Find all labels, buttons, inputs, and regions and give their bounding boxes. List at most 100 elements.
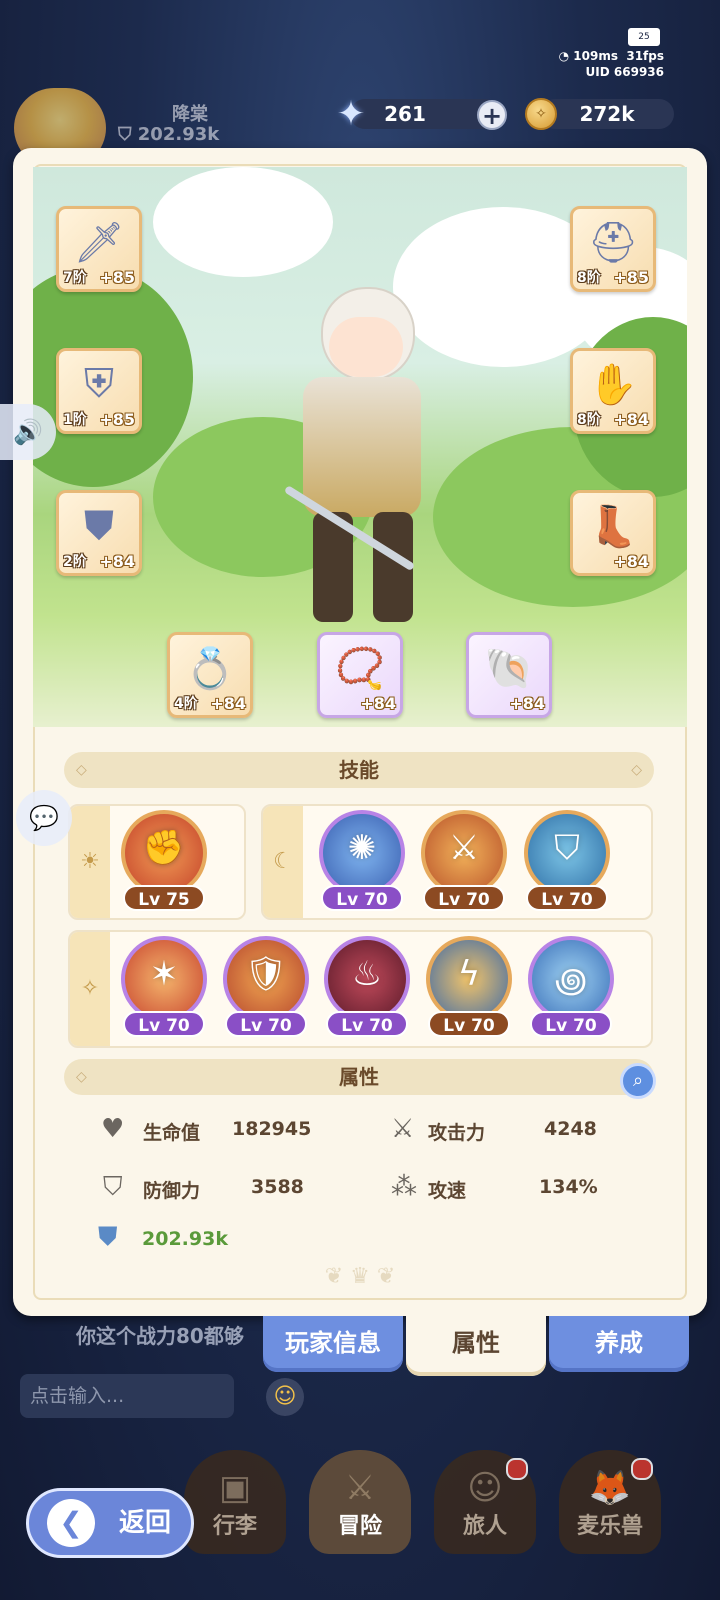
equip-slot-ring[interactable]: 💍 4阶 +84 [167,632,253,718]
attack-speed-label: 攻速 [428,1180,467,1202]
skill-icon[interactable]: ✶ [121,936,207,1022]
uid-text: UID 669936 [585,65,664,79]
equip-enhance: +85 [613,268,649,287]
sparkle-icon: ✧ [70,932,110,1046]
tab-develop[interactable]: 养成 [549,1316,689,1372]
attack-value: 4248 [544,1118,597,1140]
shield-wall-icon: ⛉ [554,828,580,868]
skills-header: ◇ 技能 ◇ [64,752,654,788]
shield-icon: ⛉ [103,1172,123,1202]
power-shield-icon: ⛉ [118,124,132,145]
emoji-icon[interactable]: ☺ [266,1378,304,1416]
player-power: ⛉ 202.93k [118,124,220,145]
attributes-title: 属性 [339,1065,379,1089]
equip-enhance: +84 [360,694,396,713]
helmet-icon: ⛑ [587,220,639,266]
equip-tier: 2阶 [63,554,87,570]
equip-slot-boots[interactable]: 👢 +84 [570,490,656,576]
skill-icon[interactable]: ⛉ [524,810,610,896]
sun-icon: ☀ [70,806,110,918]
moon-icon: ☾ [263,806,303,918]
traveler-portrait-icon: ☺ [467,1468,503,1508]
crossed-swords-icon: ⚔ [344,1468,376,1508]
necklace-icon: 📿 [335,646,385,692]
cloud [153,167,333,277]
equip-slot-necklace[interactable]: 📿 +84 [317,632,403,718]
crown-ornament-icon: ❦ ♛ ❦ [324,1264,396,1289]
tab-attributes[interactable]: 属性 [406,1316,546,1376]
whirlwind-icon: ꩜ [554,961,588,1001]
attack-speed-value: 134% [539,1176,598,1198]
boots-icon: 👢 [588,504,638,550]
sword-icon: 🗡 [73,220,125,266]
diamond-ornament-icon: ◇ [76,762,87,778]
speaker-icon[interactable]: 🔊 [0,404,56,460]
rage-icon: ♨ [351,954,383,994]
skill-icon[interactable]: ϟ [426,936,512,1022]
back-button[interactable]: ❮ 返回 [26,1488,194,1558]
skill-level-badge: Lv 75 [123,885,205,911]
attributes-header: ◇ 属性 [64,1059,654,1095]
equip-slot-pants[interactable]: ⛊ 2阶 +84 [56,490,142,576]
player-name: 降棠 [172,104,208,125]
add-star-button[interactable]: + [477,100,507,130]
skill-icon[interactable]: ♨ [324,936,410,1022]
nav-adventure[interactable]: ⚔ 冒险 [309,1450,411,1554]
skill-level-badge: Lv 70 [225,1011,307,1037]
fps-text: 31fps [626,49,664,63]
equip-tier: 8阶 [577,412,601,428]
equip-tier: 4阶 [174,696,198,712]
skill-level-badge: Lv 70 [423,885,505,911]
attack-label: 攻击力 [428,1122,486,1144]
equip-enhance: +85 [99,410,135,429]
skill-level-badge: Lv 70 [530,1011,612,1037]
skill-icon[interactable]: ✊ [121,810,207,896]
equip-enhance: +85 [99,268,135,287]
equip-tier: 1阶 [63,412,87,428]
equip-slot-armor[interactable]: ⛨ 1阶 +85 [56,348,142,434]
skill-level-badge: Lv 70 [326,1011,408,1037]
chat-input[interactable]: 点击输入... [20,1374,234,1418]
equip-tier: 7阶 [63,270,87,286]
star-currency-icon: ✦ [336,94,366,134]
diamond-ornament-icon: ◇ [631,762,642,778]
chat-last-message: 你这个战力80都够 [76,1324,244,1348]
equip-slot-gloves[interactable]: ✋ 8阶 +84 [570,348,656,434]
nav-bag[interactable]: ▣ 行李 [184,1450,286,1554]
magnifier-icon: ⌕ [632,1070,644,1091]
hp-label: 生命值 [143,1122,201,1144]
charm-icon: 🐚 [484,646,534,692]
defense-value: 3588 [251,1176,304,1198]
combat-power-icon: ⛊ [98,1222,118,1252]
fist-burst-icon: ✊ [142,828,186,868]
equip-enhance: +84 [99,552,135,571]
skill-icon[interactable]: ⚔ [421,810,507,896]
nav-traveler[interactable]: ☺ 旅人 [434,1450,536,1554]
battery-indicator: 25 [628,28,660,46]
sword-shield-icon: 🛡 [244,954,288,994]
equip-slot-charm[interactable]: 🐚 +84 [466,632,552,718]
skill-icon[interactable]: 🛡 [223,936,309,1022]
skill-level-badge: Lv 70 [321,885,403,911]
slash-icon: ✶ [149,954,179,994]
chestplate-icon: ⛨ [84,361,114,407]
blade-strike-icon: ⚔ [448,828,480,868]
skills-title: 技能 [339,758,379,782]
character-body [303,377,421,517]
tab-player-info[interactable]: 玩家信息 [263,1316,403,1372]
skill-level-badge: Lv 70 [123,1011,205,1037]
equip-slot-weapon[interactable]: 🗡 7阶 +85 [56,206,142,292]
heart-icon: ♥ [101,1114,125,1144]
skill-level-badge: Lv 70 [526,885,608,911]
equip-slot-helmet[interactable]: ⛑ 8阶 +85 [570,206,656,292]
ping-text: 109ms [573,49,618,63]
attribute-detail-search-button[interactable]: ⌕ [620,1063,656,1099]
equip-enhance: +84 [613,410,649,429]
fox-pet-icon: 🦊 [588,1468,632,1508]
skill-icon[interactable]: ✺ [319,810,405,896]
nav-pet[interactable]: 🦊 麦乐兽 [559,1450,661,1554]
chat-bubble-icon[interactable]: 💬 [16,790,72,846]
back-arrow-icon: ❮ [47,1499,95,1547]
network-status: ◔ 109ms 31fps UID 669936 [559,48,664,80]
skill-icon[interactable]: ꩜ [528,936,614,1022]
